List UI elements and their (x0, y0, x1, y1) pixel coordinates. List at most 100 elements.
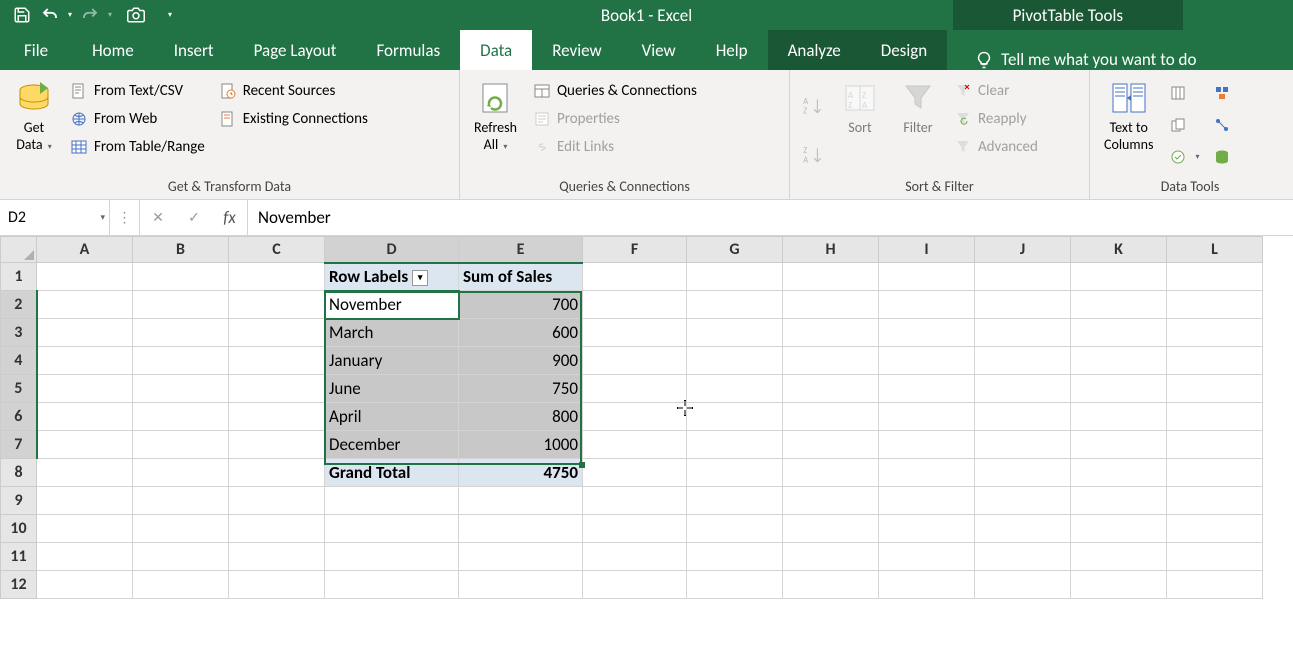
cell[interactable] (133, 263, 229, 291)
cell[interactable] (1167, 515, 1263, 543)
row-header[interactable]: 2 (1, 291, 37, 319)
manage-data-model-button[interactable] (1209, 144, 1235, 170)
row-header[interactable]: 11 (1, 543, 37, 571)
col-header[interactable]: G (687, 237, 783, 263)
pivot-sum-header[interactable]: Sum of Sales (459, 263, 583, 291)
cell[interactable] (133, 375, 229, 403)
insert-function-button[interactable]: fx (212, 200, 248, 235)
cell[interactable]: 800 (459, 403, 583, 431)
cell[interactable] (1167, 571, 1263, 599)
cell[interactable] (583, 459, 687, 487)
cell[interactable] (229, 375, 325, 403)
cell[interactable] (879, 375, 975, 403)
row-header[interactable]: 6 (1, 403, 37, 431)
tab-formulas[interactable]: Formulas (356, 30, 460, 70)
cell[interactable] (687, 319, 783, 347)
cell[interactable] (975, 291, 1071, 319)
col-header[interactable]: A (37, 237, 133, 263)
cell[interactable] (975, 403, 1071, 431)
qat-customize-icon[interactable]: ▾ (166, 10, 174, 20)
cell[interactable] (687, 571, 783, 599)
cell[interactable] (975, 431, 1071, 459)
cell[interactable] (1167, 263, 1263, 291)
cell[interactable] (229, 403, 325, 431)
redo-dropdown-icon[interactable]: ▾ (106, 10, 114, 20)
data-validation-button[interactable]: ▾ (1165, 144, 1203, 170)
from-table-range-button[interactable]: From Table/Range (66, 134, 209, 160)
cell[interactable]: April (325, 403, 459, 431)
cell[interactable] (1071, 487, 1167, 515)
cell[interactable] (583, 543, 687, 571)
cell[interactable] (1167, 347, 1263, 375)
cell[interactable]: 600 (459, 319, 583, 347)
cell[interactable] (783, 403, 879, 431)
cell[interactable] (783, 431, 879, 459)
cell[interactable] (459, 543, 583, 571)
row-header[interactable]: 10 (1, 515, 37, 543)
tab-help[interactable]: Help (696, 30, 768, 70)
pivot-grand-total-label[interactable]: Grand Total (325, 459, 459, 487)
cell[interactable] (133, 571, 229, 599)
cell[interactable]: December (325, 431, 459, 459)
name-box-dropdown-icon[interactable]: ▾ (100, 212, 105, 223)
cell[interactable] (1071, 347, 1167, 375)
row-header[interactable]: 5 (1, 375, 37, 403)
cell[interactable] (37, 403, 133, 431)
save-icon[interactable] (10, 3, 34, 27)
cell[interactable] (583, 319, 687, 347)
undo-dropdown-icon[interactable]: ▾ (66, 10, 74, 20)
cell[interactable] (1071, 263, 1167, 291)
cell[interactable] (1167, 487, 1263, 515)
cell[interactable] (133, 319, 229, 347)
cell[interactable] (583, 291, 687, 319)
cell[interactable] (783, 347, 879, 375)
cell[interactable] (687, 375, 783, 403)
cell[interactable] (1167, 403, 1263, 431)
formula-input[interactable]: November (248, 200, 1293, 235)
cell[interactable] (879, 571, 975, 599)
cell[interactable] (133, 291, 229, 319)
cell[interactable] (687, 403, 783, 431)
cell[interactable]: 750 (459, 375, 583, 403)
relationships-button[interactable] (1209, 112, 1235, 138)
col-header[interactable]: C (229, 237, 325, 263)
cell[interactable] (1071, 571, 1167, 599)
col-header[interactable]: B (133, 237, 229, 263)
row-header[interactable]: 3 (1, 319, 37, 347)
cell[interactable] (325, 543, 459, 571)
cell[interactable] (229, 347, 325, 375)
col-header[interactable]: L (1167, 237, 1263, 263)
recent-sources-button[interactable]: Recent Sources (215, 78, 372, 104)
cell[interactable] (879, 487, 975, 515)
cell[interactable] (1071, 431, 1167, 459)
cell[interactable] (229, 263, 325, 291)
cell[interactable] (879, 291, 975, 319)
pivot-grand-total-value[interactable]: 4750 (459, 459, 583, 487)
row-header[interactable]: 9 (1, 487, 37, 515)
col-header[interactable]: I (879, 237, 975, 263)
undo-icon[interactable] (38, 3, 62, 27)
tab-insert[interactable]: Insert (154, 30, 234, 70)
cell[interactable] (687, 459, 783, 487)
cell[interactable] (583, 571, 687, 599)
name-box[interactable]: D2 ▾ (0, 200, 110, 235)
cell[interactable] (879, 263, 975, 291)
cell[interactable] (37, 347, 133, 375)
cell[interactable] (975, 515, 1071, 543)
cell[interactable] (687, 543, 783, 571)
cell[interactable] (975, 543, 1071, 571)
fill-handle[interactable] (579, 462, 585, 468)
remove-duplicates-button[interactable] (1165, 112, 1203, 138)
cell[interactable] (783, 487, 879, 515)
cell[interactable] (583, 347, 687, 375)
cell[interactable] (1167, 319, 1263, 347)
spreadsheet-grid[interactable]: A B C D E F G H I J K L 1 Row Labels▾ Su… (0, 236, 1263, 599)
row-header[interactable]: 4 (1, 347, 37, 375)
col-header[interactable]: K (1071, 237, 1167, 263)
cell[interactable] (37, 543, 133, 571)
tab-view[interactable]: View (622, 30, 696, 70)
cell[interactable] (1167, 543, 1263, 571)
cell[interactable] (37, 515, 133, 543)
cell[interactable] (583, 431, 687, 459)
cell[interactable] (879, 543, 975, 571)
